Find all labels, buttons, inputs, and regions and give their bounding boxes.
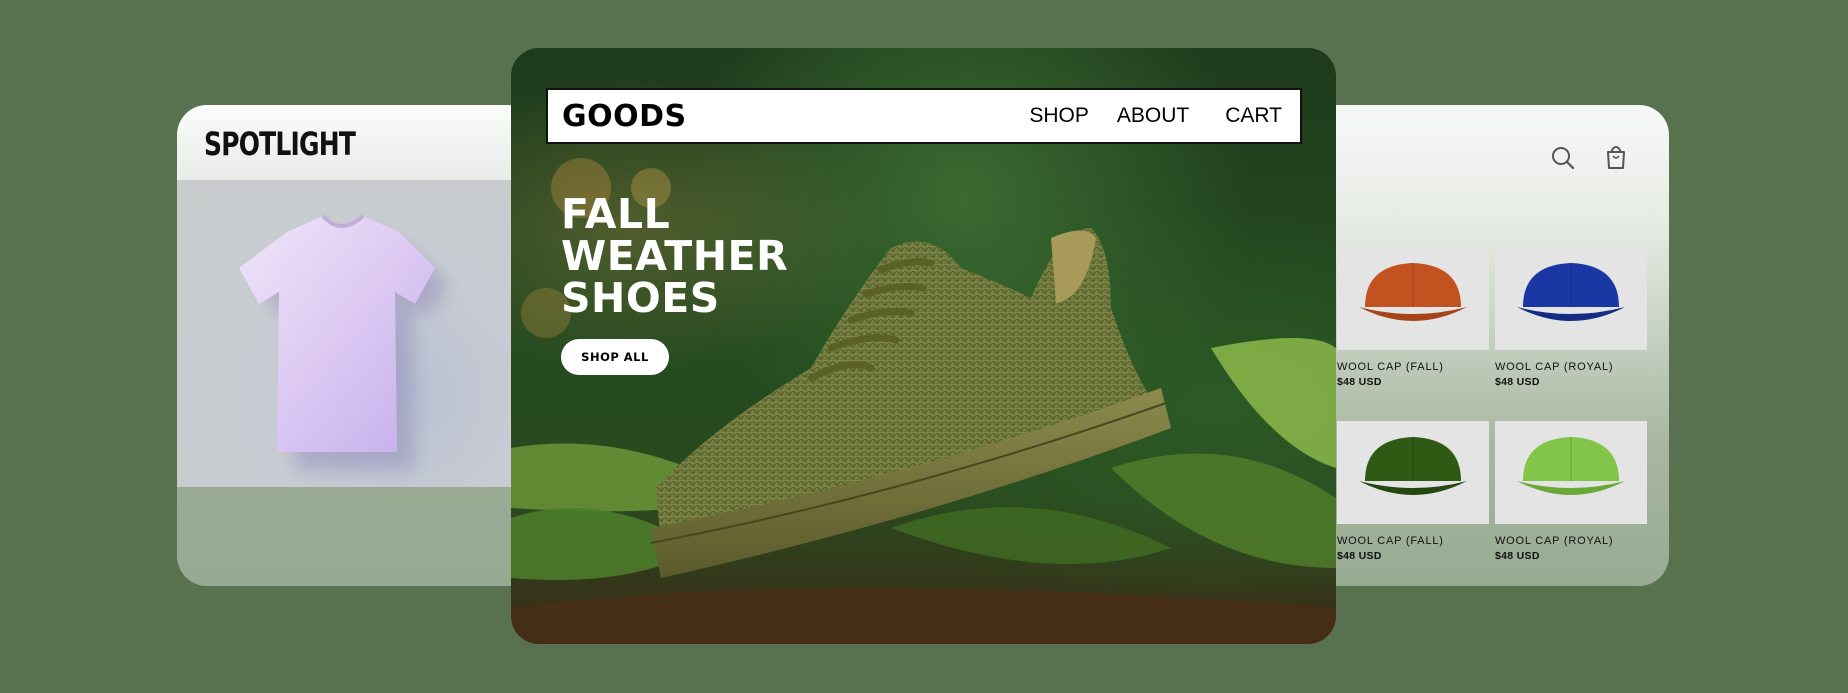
hero-title-line: SHOES [561,274,720,322]
product-card[interactable]: WOOL CAP (FALL) $48 USD [1337,421,1489,562]
wool-cap-royal-lime-image [1517,437,1625,495]
nav-shop-link[interactable]: SHOP [1029,104,1089,128]
shopping-bag-icon[interactable] [1601,142,1631,172]
wool-cap-royal-image [1517,263,1625,321]
goods-logo[interactable]: GOODS [562,99,687,134]
hero-card: GOODS SHOP ABOUT CART FALL WEATHER SHOES… [511,48,1336,644]
product-name[interactable]: WOOL CAP (FALL) [1337,361,1489,373]
wool-cap-fall-green-image [1359,437,1467,495]
product-price: $48 USD [1337,550,1382,562]
product-card[interactable]: WOOL CAP (ROYAL) $48 USD [1495,421,1647,562]
product-name[interactable]: WOOL CAP (ROYAL) [1495,361,1647,373]
product-card[interactable]: WOOL CAP (ROYAL) $48 USD [1495,247,1647,388]
hero-title-line: WEATHER [561,232,789,280]
navbar: GOODS SHOP ABOUT CART [546,88,1302,144]
product-image[interactable] [1337,247,1489,350]
search-icon[interactable] [1548,143,1578,173]
tshirt-image[interactable] [177,180,537,487]
product-name[interactable]: WOOL CAP (ROYAL) [1495,535,1647,547]
product-price: $48 USD [1495,376,1540,388]
product-price: $48 USD [1337,376,1382,388]
hero-title-line: FALL [561,190,671,238]
product-grid-card: WOOL CAP (FALL) $48 USD WOOL CAP (ROYAL)… [1300,105,1669,586]
hero-title: FALL WEATHER SHOES [561,193,788,319]
spotlight-logo[interactable]: SPOTLIGHT [204,125,356,163]
shop-all-button[interactable]: SHOP ALL [561,339,669,375]
product-image[interactable] [1337,421,1489,524]
spotlight-card: SPOTLIGHT [177,105,537,586]
tshirt-illustration [239,214,449,470]
spotlight-header: SPOTLIGHT [177,105,537,180]
nav-cart-link[interactable]: CART [1225,104,1282,128]
product-card[interactable]: WOOL CAP (FALL) $48 USD [1337,247,1489,388]
nav-links: SHOP ABOUT CART [1029,104,1286,128]
wool-cap-fall-image [1359,263,1467,321]
nav-about-link[interactable]: ABOUT [1117,104,1189,128]
product-name[interactable]: WOOL CAP (FALL) [1337,535,1489,547]
product-image[interactable] [1495,421,1647,524]
product-price: $48 USD [1495,550,1540,562]
product-image[interactable] [1495,247,1647,350]
